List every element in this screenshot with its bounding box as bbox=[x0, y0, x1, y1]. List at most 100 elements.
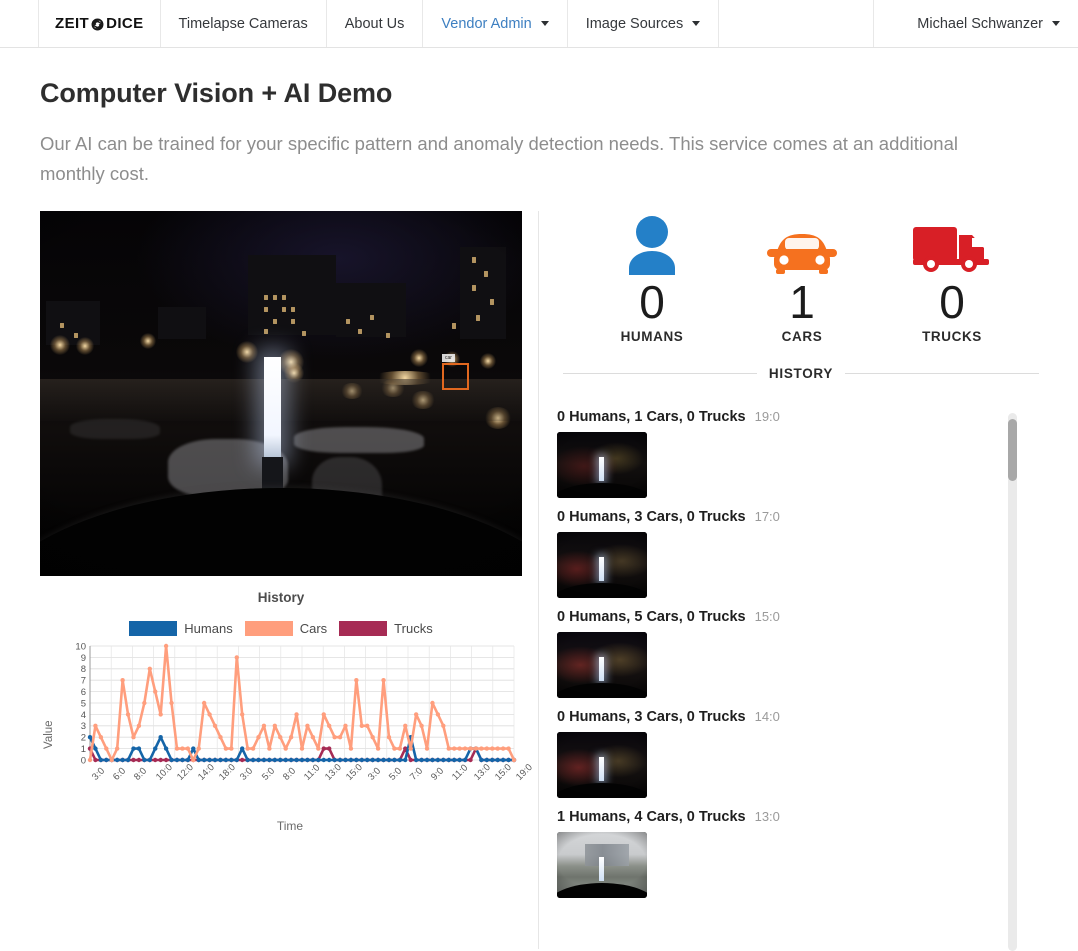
chart-x-tick: 6:0 bbox=[111, 765, 129, 783]
page-content: Computer Vision + AI Demo Our AI can be … bbox=[0, 78, 1078, 951]
history-entry[interactable]: 0 Humans, 1 Cars, 0 Trucks 19:0 bbox=[557, 409, 1025, 498]
chart-x-tick: 5:0 bbox=[386, 765, 404, 783]
navbar-left-spacer bbox=[0, 0, 39, 47]
history-chart: History Humans Cars Trucks Value 0 1 2 3… bbox=[40, 590, 535, 833]
chart-plot-area: 012345678910 bbox=[75, 641, 517, 766]
detection-label: car bbox=[442, 354, 455, 362]
nav-item-image-sources[interactable]: Image Sources bbox=[568, 0, 720, 47]
history-entry-thumbnail[interactable] bbox=[557, 632, 647, 698]
history-scrollbar[interactable] bbox=[1008, 413, 1017, 951]
history-entry[interactable]: 1 Humans, 4 Cars, 0 Trucks 13:0 bbox=[557, 809, 1025, 898]
history-entry-header: 0 Humans, 3 Cars, 0 Trucks 17:0 bbox=[557, 509, 1025, 525]
thumbnail-vignette bbox=[557, 432, 647, 498]
nav-item-timelapse-cameras[interactable]: Timelapse Cameras bbox=[161, 0, 327, 47]
counter-value: 0 bbox=[939, 276, 965, 328]
nav-item-label: About Us bbox=[344, 15, 405, 32]
svg-text:2: 2 bbox=[81, 733, 86, 744]
camera-aperture-icon bbox=[91, 18, 104, 31]
thumbnail-vignette bbox=[557, 632, 647, 698]
legend-swatch bbox=[244, 621, 293, 636]
person-icon bbox=[577, 213, 727, 275]
detection-counters: 0 HUMANS 1 CARS 0 TRUCKS bbox=[557, 213, 1047, 344]
navbar-flex-spacer bbox=[874, 0, 899, 47]
chart-x-axis-label: Time bbox=[276, 819, 304, 833]
top-navbar: ZEIT DICE Timelapse Cameras About Us Ven… bbox=[0, 0, 1078, 48]
history-entry-counts: 0 Humans, 5 Cars, 0 Trucks bbox=[557, 609, 746, 625]
nav-item-about-us[interactable]: About Us bbox=[327, 0, 424, 47]
legend-item-trucks[interactable]: Trucks bbox=[339, 621, 433, 636]
svg-text:5: 5 bbox=[81, 698, 86, 709]
history-entry-counts: 0 Humans, 1 Cars, 0 Trucks bbox=[557, 409, 746, 425]
history-entry-thumbnail[interactable] bbox=[557, 732, 647, 798]
history-entry-thumbnail[interactable] bbox=[557, 532, 647, 598]
illuminated-pillar bbox=[264, 357, 281, 457]
car-icon bbox=[727, 213, 877, 275]
chart-x-tick: 8:0 bbox=[280, 765, 298, 783]
history-entry-thumbnail[interactable] bbox=[557, 832, 647, 898]
chart-x-tick: 7:0 bbox=[408, 765, 426, 783]
chart-legend: Humans Cars Trucks bbox=[40, 621, 522, 636]
scrollbar-thumb[interactable] bbox=[1008, 419, 1017, 481]
user-menu[interactable]: Michael Schwanzer bbox=[899, 0, 1078, 47]
legend-label: Cars bbox=[299, 621, 328, 636]
nav-item-label: Image Sources bbox=[585, 15, 684, 32]
history-entry[interactable]: 0 Humans, 3 Cars, 0 Trucks 14:0 bbox=[557, 709, 1025, 798]
user-menu-label: Michael Schwanzer bbox=[917, 15, 1043, 32]
counter-label: TRUCKS bbox=[922, 329, 982, 344]
counter-label: HUMANS bbox=[620, 329, 684, 344]
chart-x-tick: 5:0 bbox=[259, 765, 277, 783]
left-column: car History Humans Cars Trucks Value 0 1… bbox=[40, 211, 535, 833]
nav-item-label: Timelapse Cameras bbox=[178, 15, 308, 32]
svg-text:1: 1 bbox=[81, 744, 86, 755]
history-entry-header: 0 Humans, 5 Cars, 0 Trucks 15:0 bbox=[557, 609, 1025, 625]
chevron-down-icon bbox=[692, 21, 701, 26]
main-content-area: car History Humans Cars Trucks Value 0 1… bbox=[40, 211, 1040, 951]
detection-bounding-box bbox=[442, 363, 469, 390]
counter-humans: 0 HUMANS bbox=[577, 213, 727, 344]
counter-value: 0 bbox=[639, 276, 665, 328]
history-entry-thumbnail[interactable] bbox=[557, 432, 647, 498]
thumbnail-vignette bbox=[557, 532, 647, 598]
legend-label: Trucks bbox=[394, 621, 433, 636]
history-entry-time: 15:0 bbox=[754, 609, 780, 624]
brand-text-right: DICE bbox=[106, 15, 144, 32]
svg-text:8: 8 bbox=[81, 664, 86, 675]
legend-item-cars[interactable]: Cars bbox=[244, 621, 328, 636]
camera-feed-image[interactable]: car bbox=[40, 211, 522, 576]
counter-trucks: 0 TRUCKS bbox=[877, 213, 1027, 344]
chevron-down-icon bbox=[540, 21, 549, 26]
nav-item-label: Vendor Admin bbox=[441, 15, 532, 32]
svg-text:7: 7 bbox=[81, 676, 86, 687]
history-entry-time: 19:0 bbox=[754, 409, 780, 424]
history-entry[interactable]: 0 Humans, 3 Cars, 0 Trucks 17:0 bbox=[557, 509, 1025, 598]
chevron-down-icon bbox=[1052, 21, 1060, 26]
chart-x-tick: 3:0 bbox=[365, 765, 383, 783]
history-list[interactable]: 0 Humans, 1 Cars, 0 Trucks 19:0 0 Humans, … bbox=[557, 409, 1047, 942]
chart-x-tick: 3:0 bbox=[238, 765, 256, 783]
divider-line-left bbox=[563, 373, 757, 374]
brand-logo[interactable]: ZEIT DICE bbox=[39, 0, 161, 47]
divider-line-right bbox=[845, 373, 1040, 374]
nav-item-vendor-admin[interactable]: Vendor Admin bbox=[423, 0, 568, 47]
history-entry-time: 17:0 bbox=[754, 509, 780, 524]
chart-x-tick: 3:0 bbox=[90, 765, 108, 783]
counter-cars: 1 CARS bbox=[727, 213, 877, 344]
navbar-empty-cell bbox=[719, 0, 875, 47]
history-entry-counts: 1 Humans, 4 Cars, 0 Trucks bbox=[557, 809, 746, 825]
page-subtitle: Our AI can be trained for your specific … bbox=[40, 133, 958, 184]
chart-x-tick-labels: 3:0 6:0 8:0 10:0 12:0 14:0 18:0 3:0 5:0 8:0 11:0 13… bbox=[90, 762, 535, 811]
chart-y-axis-label: Value bbox=[43, 720, 55, 749]
history-entry[interactable]: 0 Humans, 5 Cars, 0 Trucks 15:0 bbox=[557, 609, 1025, 698]
chart-title: History bbox=[257, 590, 305, 605]
legend-swatch bbox=[339, 621, 388, 636]
history-heading: HISTORY bbox=[768, 366, 834, 381]
legend-item-humans[interactable]: Humans bbox=[129, 621, 233, 636]
history-entry-header: 0 Humans, 1 Cars, 0 Trucks 19:0 bbox=[557, 409, 1025, 425]
page-title: Computer Vision + AI Demo bbox=[40, 78, 393, 108]
svg-text:6: 6 bbox=[81, 687, 86, 698]
history-entry-header: 1 Humans, 4 Cars, 0 Trucks 13:0 bbox=[557, 809, 1025, 825]
thumbnail-vignette bbox=[557, 732, 647, 798]
legend-swatch bbox=[129, 621, 178, 636]
thumbnail-vignette bbox=[557, 832, 647, 898]
truck-icon bbox=[877, 213, 1027, 275]
